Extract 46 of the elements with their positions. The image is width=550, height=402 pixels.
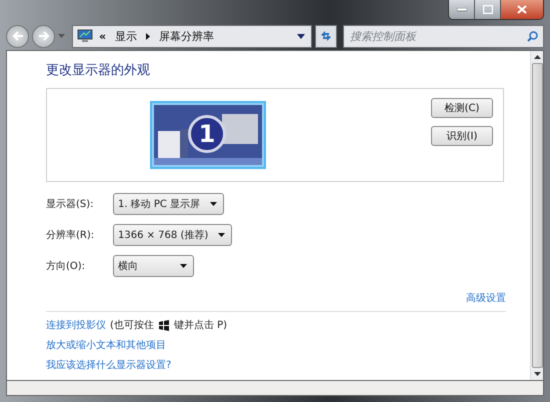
search-input[interactable]: 搜索控制面板 <box>350 30 527 42</box>
dropdown[interactable]: 1. 移动 PC 显示屏 <box>113 193 224 215</box>
scroll-up-icon[interactable] <box>534 55 540 59</box>
maximize-icon <box>482 5 492 14</box>
dropdown-arrow-icon[interactable] <box>297 34 305 38</box>
monitor-preview[interactable]: 1 <box>150 101 266 169</box>
setting-label: 方向(O): <box>46 260 86 273</box>
help-link[interactable]: 我应该选择什么显示器设置? <box>46 358 172 372</box>
dropdown[interactable]: 横向 <box>113 255 194 277</box>
identify-button[interactable]: 识别(I) <box>431 126 493 146</box>
dropdown-arrow-icon <box>210 202 218 206</box>
advanced-settings-link[interactable]: 高级设置 <box>466 291 506 305</box>
vertical-scrollbar[interactable] <box>530 51 543 380</box>
breadcrumb-item[interactable]: 屏幕分辨率 <box>159 28 214 44</box>
setting-label: 分辨率(R): <box>46 228 96 242</box>
setting-label: 显示器(S): <box>46 198 95 211</box>
back-arrow-icon <box>12 31 24 41</box>
search-icon <box>527 30 538 42</box>
minimize-button[interactable] <box>449 0 475 19</box>
forward-button[interactable] <box>32 24 55 48</box>
breadcrumb-item[interactable]: 显示 <box>115 28 138 44</box>
dropdown[interactable]: 1366 × 768 (推荐) <box>113 224 232 246</box>
detect-button[interactable]: 检测(C) <box>431 98 493 118</box>
scroll-down-icon[interactable] <box>534 372 540 376</box>
dropdown-arrow-icon <box>180 264 187 268</box>
breadcrumb-arrow-icon[interactable] <box>146 32 150 40</box>
address-bar[interactable]: « 显示 屏幕分辨率 <box>72 24 312 48</box>
shortcut-hint-text: (也可按住 <box>110 318 154 332</box>
page-heading: 更改显示器的外观 <box>46 62 151 79</box>
forward-arrow-icon <box>38 31 50 41</box>
monitor-icon <box>77 29 93 43</box>
maximize-button[interactable] <box>475 0 501 19</box>
refresh-icon <box>319 30 333 42</box>
help-link[interactable]: 放大或缩小文本和其他项目 <box>46 338 166 352</box>
close-button[interactable] <box>501 0 543 19</box>
overflow-chevron[interactable]: « <box>99 30 106 42</box>
scrollbar-thumb[interactable] <box>532 63 542 368</box>
dropdown-arrow-icon <box>218 233 226 237</box>
connect-projector-link[interactable]: 连接到投影仪 <box>46 318 106 332</box>
refresh-button[interactable] <box>315 24 337 48</box>
windows-logo-icon <box>158 320 170 330</box>
shortcut-hint-text: 键并点击 P) <box>174 318 228 332</box>
back-button[interactable] <box>6 24 29 48</box>
search-field[interactable]: 搜索控制面板 <box>343 24 544 48</box>
close-icon <box>517 5 527 14</box>
minimize-icon <box>456 8 466 12</box>
